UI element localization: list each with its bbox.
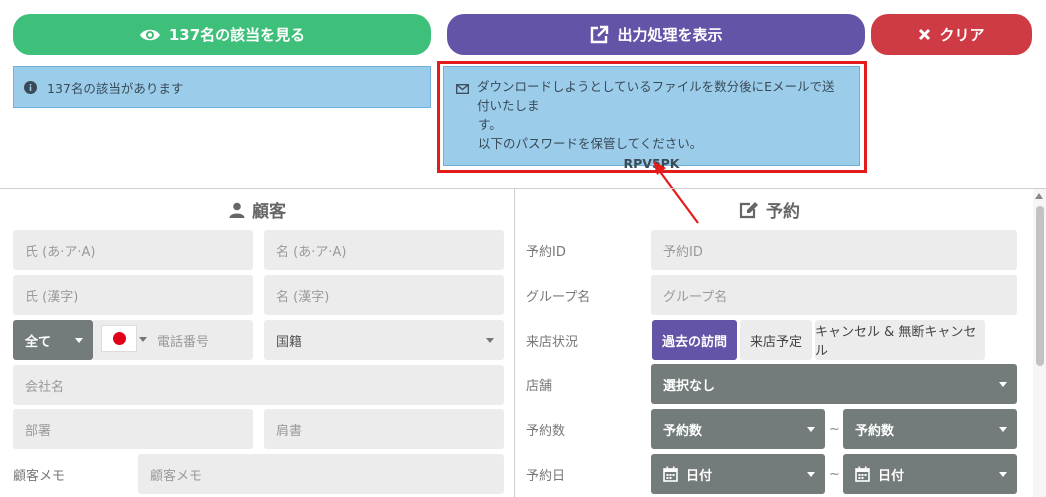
chevron-down-icon: [807, 471, 815, 477]
show-export-button[interactable]: 出力処理を表示: [447, 14, 865, 55]
first-name-kanji-placeholder: 名 (漢字): [276, 289, 330, 305]
visit-status-cancel-option[interactable]: キャンセル & 無断キャンセル: [815, 320, 985, 360]
nationality-dropdown[interactable]: 国籍: [264, 320, 504, 360]
clear-label: クリア: [939, 26, 985, 44]
group-name-label: グループ名: [526, 289, 591, 305]
phone-scope-value: 全て: [25, 334, 52, 350]
store-dropdown[interactable]: 選択なし: [651, 364, 1017, 404]
chevron-down-icon: [486, 337, 494, 343]
last-name-kanji-input[interactable]: 氏 (漢字): [13, 275, 253, 315]
customer-section-title: 顧客: [229, 197, 286, 222]
reservation-section-title: 予約: [739, 197, 800, 222]
calendar-icon: [663, 466, 678, 482]
reservation-id-input[interactable]: 予約ID: [651, 230, 1017, 270]
calendar-icon: [855, 466, 870, 482]
group-name-input[interactable]: グループ名: [651, 275, 1017, 315]
customer-memo-input[interactable]: 顧客メモ: [138, 454, 504, 494]
reservation-date-label: 予約日: [526, 468, 566, 484]
user-icon: [229, 202, 245, 218]
close-icon: [918, 28, 931, 41]
match-count-text: 137名の該当があります: [47, 80, 184, 96]
visit-status-past-option[interactable]: 過去の訪問: [652, 320, 737, 360]
reservation-id-label: 予約ID: [526, 244, 566, 260]
visit-status-planned-option[interactable]: 来店予定: [740, 320, 812, 360]
first-name-kana-input[interactable]: 名 (あ·ア·A): [264, 230, 504, 270]
last-name-kanji-placeholder: 氏 (漢字): [25, 289, 79, 305]
view-matches-button[interactable]: 137名の該当を見る: [13, 14, 431, 55]
store-label: 店舗: [526, 378, 553, 394]
chevron-down-icon: [999, 426, 1007, 432]
japan-flag-icon: [112, 332, 126, 345]
nationality-value: 国籍: [276, 334, 303, 350]
reservation-count-to-value: 予約数: [855, 423, 895, 439]
match-count-alert: 137名の該当があります: [13, 66, 431, 108]
reservation-count-label: 予約数: [526, 423, 566, 439]
phone-number-placeholder: 電話番号: [157, 334, 210, 350]
customer-memo-placeholder: 顧客メモ: [150, 468, 203, 484]
position-input[interactable]: 肩書: [264, 409, 504, 449]
reservation-id-placeholder: 予約ID: [663, 244, 703, 260]
visit-status-label: 来店状況: [526, 334, 579, 350]
customer-memo-label: 顧客メモ: [13, 468, 66, 484]
phone-scope-dropdown[interactable]: 全て: [13, 320, 93, 360]
chevron-down-icon: [75, 337, 83, 343]
first-name-kana-placeholder: 名 (あ·ア·A): [276, 244, 347, 260]
search-page: 137名の該当を見る 出力処理を表示 クリア 137名の該当があります ダウンロ…: [0, 0, 1046, 497]
view-matches-label: 137名の該当を見る: [168, 26, 306, 44]
count-range-separator: ~: [829, 422, 840, 437]
department-input[interactable]: 部署: [13, 409, 253, 449]
position-placeholder: 肩書: [276, 423, 303, 439]
last-name-kana-placeholder: 氏 (あ·ア·A): [25, 244, 96, 260]
date-range-separator: ~: [829, 467, 840, 482]
reservation-count-to-dropdown[interactable]: 予約数: [843, 409, 1017, 449]
scrollbar-thumb[interactable]: [1036, 206, 1044, 366]
eye-icon: [139, 27, 161, 43]
show-export-label: 出力処理を表示: [617, 26, 723, 44]
external-link-icon: [589, 25, 609, 45]
country-flag-selector[interactable]: [101, 325, 137, 352]
section-divider: [0, 188, 1046, 189]
scroll-up-arrow-icon[interactable]: [1035, 193, 1043, 199]
clear-button[interactable]: クリア: [871, 14, 1032, 55]
column-divider: [514, 188, 515, 497]
reservation-title-text: 予約: [766, 202, 800, 222]
reservation-date-from-dropdown[interactable]: 日付: [651, 454, 825, 494]
company-placeholder: 会社名: [25, 379, 65, 395]
info-icon: [24, 80, 37, 94]
chevron-down-icon: [999, 381, 1007, 387]
department-placeholder: 部署: [25, 423, 52, 439]
reservation-count-from-dropdown[interactable]: 予約数: [651, 409, 825, 449]
chevron-down-icon: [999, 471, 1007, 477]
first-name-kanji-input[interactable]: 名 (漢字): [264, 275, 504, 315]
customer-title-text: 顧客: [252, 202, 286, 222]
chevron-down-icon: [807, 426, 815, 432]
flag-chevron-down-icon: [139, 337, 147, 342]
last-name-kana-input[interactable]: 氏 (あ·ア·A): [13, 230, 253, 270]
reservation-date-to-value: 日付: [878, 468, 905, 484]
reservation-count-from-value: 予約数: [663, 423, 703, 439]
company-input[interactable]: 会社名: [13, 365, 504, 405]
reservation-date-from-value: 日付: [686, 468, 713, 484]
reservation-date-to-dropdown[interactable]: 日付: [843, 454, 1017, 494]
annotation-arrow: [653, 161, 699, 224]
group-name-placeholder: グループ名: [663, 289, 728, 305]
store-value: 選択なし: [663, 378, 716, 394]
edit-icon: [739, 201, 759, 219]
